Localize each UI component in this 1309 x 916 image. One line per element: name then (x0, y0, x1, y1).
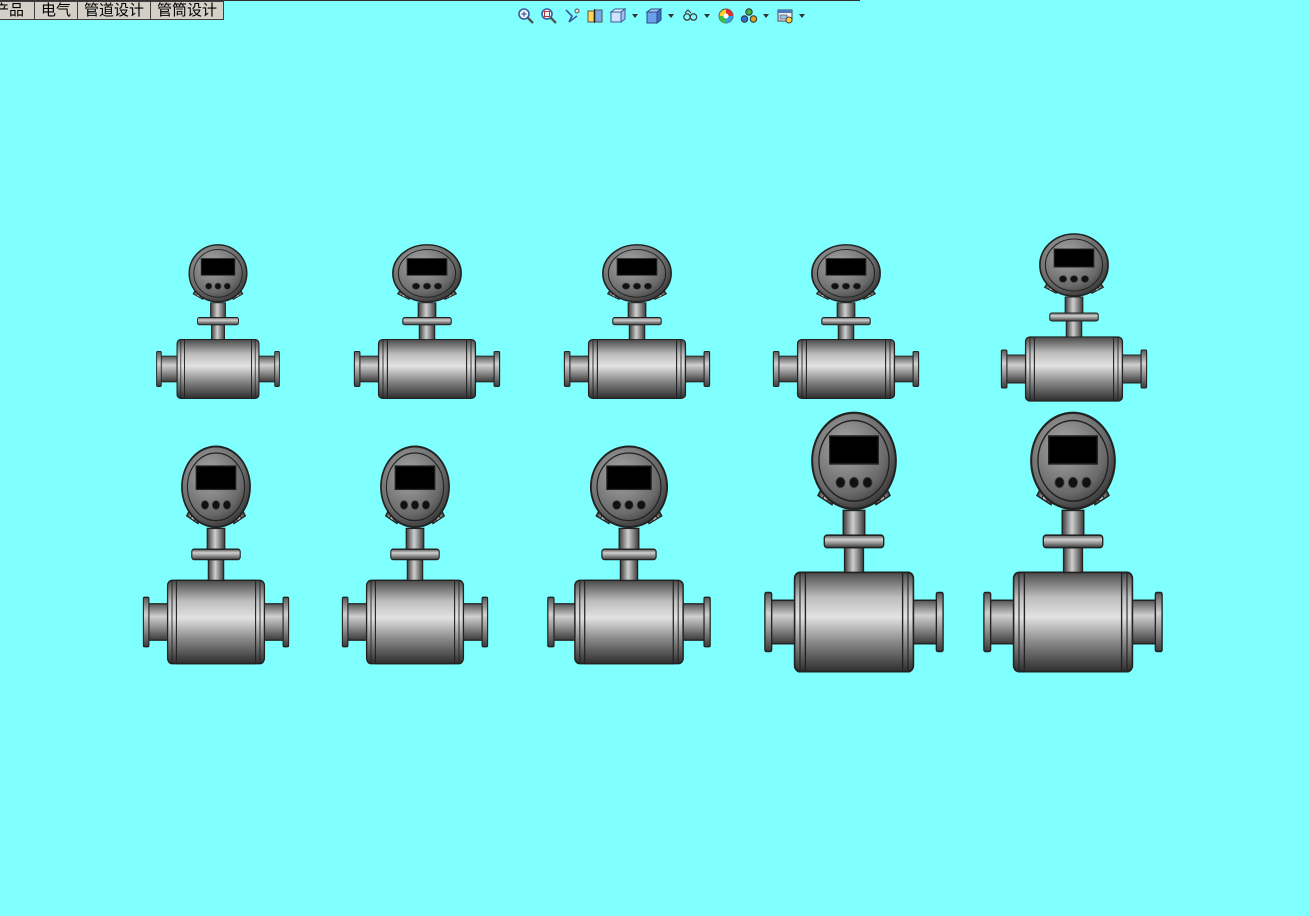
apply-scene-dropdown[interactable] (762, 6, 770, 26)
display-style-icon[interactable] (644, 6, 664, 26)
view-orientation-icon[interactable] (608, 6, 628, 26)
tab-piping[interactable]: 管道设计 (78, 1, 152, 20)
section-view-icon[interactable] (585, 6, 605, 26)
tab-electrical[interactable]: 电气 (35, 1, 79, 20)
zoom-to-area-icon[interactable] (539, 6, 559, 26)
zoom-to-fit-icon[interactable] (516, 6, 536, 26)
previous-view-icon[interactable] (562, 6, 582, 26)
graphics-area[interactable] (0, 0, 1309, 916)
hide-show-items-dropdown[interactable] (703, 6, 711, 26)
view-orientation-dropdown[interactable] (631, 6, 639, 26)
edit-appearance-icon[interactable] (716, 6, 736, 26)
heads-up-view-toolbar (516, 5, 811, 27)
view-settings-dropdown[interactable] (798, 6, 806, 26)
tab-products[interactable]: 产品 (0, 1, 35, 20)
hide-show-items-icon[interactable] (680, 6, 700, 26)
view-settings-icon[interactable] (775, 6, 795, 26)
tab-tubing[interactable]: 管筒设计 (151, 1, 225, 20)
apply-scene-icon[interactable] (739, 6, 759, 26)
command-manager-tabs: 产品 电气 管道设计 管筒设计 (0, 1, 225, 20)
display-style-dropdown[interactable] (667, 6, 675, 26)
